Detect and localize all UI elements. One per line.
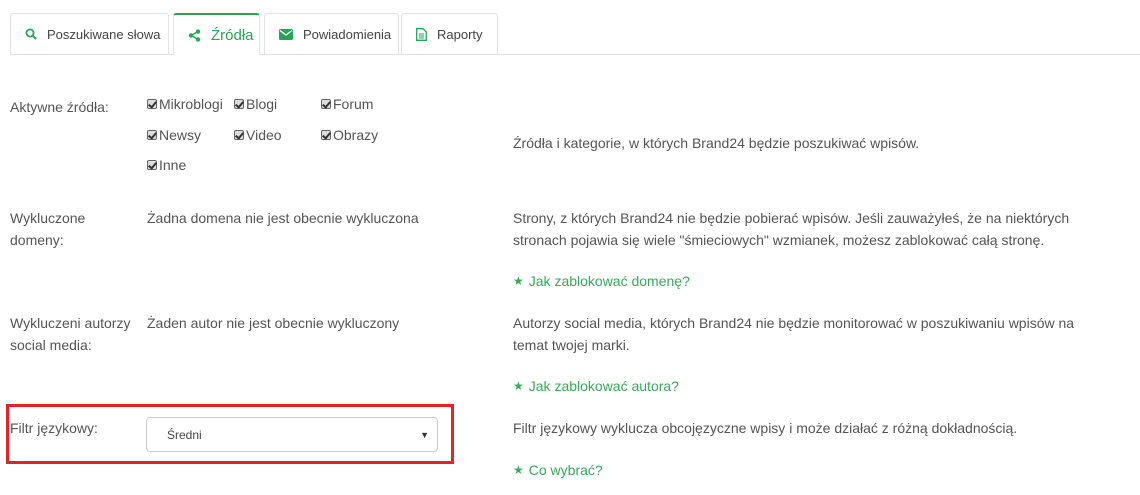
checkbox-checked-icon[interactable]	[234, 130, 244, 140]
block-author-help-link[interactable]: ★ Jak zablokować autora?	[513, 378, 679, 394]
excluded-domains-value: Żadna domena nie jest obecnie wykluczona	[147, 210, 419, 226]
tab-reports[interactable]: Raporty	[401, 13, 498, 54]
language-help-link[interactable]: ★ Co wybrać?	[513, 462, 603, 478]
link-label: Co wybrać?	[528, 462, 603, 478]
description-line: temat twojej marki.	[513, 337, 630, 353]
checkbox-checked-icon[interactable]	[147, 99, 157, 109]
star-icon: ★	[513, 274, 524, 288]
description-line: Autorzy social media, których Brand24 ni…	[513, 315, 1075, 331]
checkbox-label: Inne	[159, 157, 187, 173]
link-label: Jak zablokować domenę?	[528, 273, 690, 289]
checkbox-newsy[interactable]: Newsy	[147, 127, 201, 143]
language-filter-label: Filtr językowy:	[10, 420, 98, 436]
settings-tabs: Poszukiwane słowa Źródła Powiadomienia R…	[10, 13, 1140, 55]
label-line: Wykluczone	[10, 210, 86, 226]
tab-searched-words[interactable]: Poszukiwane słowa	[10, 13, 169, 54]
link-label: Jak zablokować autora?	[528, 378, 679, 394]
tab-sources[interactable]: Źródła	[173, 13, 260, 55]
description-line: stronach pojawia się wiele "śmieciowych"…	[513, 232, 1045, 248]
checkbox-checked-icon[interactable]	[321, 130, 331, 140]
excluded-authors-label: Wykluczeni autorzy social media:	[10, 312, 130, 356]
checkbox-obrazy[interactable]: Obrazy	[321, 127, 378, 143]
description-line: Strony, z których Brand24 nie będzie pob…	[513, 210, 1070, 226]
tab-label: Raporty	[437, 26, 483, 42]
checkbox-forum[interactable]: Forum	[321, 96, 373, 112]
language-description: Filtr językowy wyklucza obcojęzyczne wpi…	[513, 420, 1018, 436]
checkbox-checked-icon[interactable]	[321, 99, 331, 109]
checkbox-checked-icon[interactable]	[234, 99, 244, 109]
excluded-authors-value: Żaden autor nie jest obecnie wykluczony	[147, 315, 400, 331]
envelope-icon	[279, 28, 293, 40]
checkbox-label: Mikroblogi	[159, 96, 223, 112]
checkbox-checked-icon[interactable]	[147, 130, 157, 140]
search-icon	[25, 28, 37, 40]
share-icon	[188, 28, 201, 42]
label-line: social media:	[10, 337, 92, 353]
language-filter-select[interactable]: Średni ▼	[146, 417, 438, 452]
checkbox-checked-icon[interactable]	[147, 160, 157, 170]
checkbox-blogi[interactable]: Blogi	[234, 96, 277, 112]
excluded-domains-label: Wykluczone domeny:	[10, 207, 85, 251]
star-icon: ★	[513, 463, 524, 477]
tab-label: Poszukiwane słowa	[47, 26, 161, 42]
authors-description: Autorzy social media, których Brand24 ni…	[513, 312, 1113, 356]
star-icon: ★	[513, 379, 524, 393]
checkbox-label: Newsy	[159, 127, 202, 143]
active-sources-label: Aktywne źródła:	[10, 99, 109, 115]
label-line: domeny:	[10, 232, 64, 248]
select-value: Średni	[167, 427, 202, 442]
checkbox-mikroblogi[interactable]: Mikroblogi	[147, 96, 223, 112]
tab-label: Powiadomienia	[303, 26, 392, 42]
block-domain-help-link[interactable]: ★ Jak zablokować domenę?	[513, 273, 690, 289]
checkbox-label: Obrazy	[333, 127, 379, 143]
document-icon	[416, 27, 427, 41]
checkbox-video[interactable]: Video	[234, 127, 282, 143]
checkbox-inne[interactable]: Inne	[147, 157, 186, 173]
label-line: Wykluczeni autorzy	[10, 315, 131, 331]
domains-description: Strony, z których Brand24 nie będzie pob…	[513, 207, 1113, 251]
sources-description: Źródła i kategorie, w których Brand24 bę…	[513, 135, 920, 151]
checkbox-label: Forum	[333, 96, 374, 112]
tab-notifications[interactable]: Powiadomienia	[264, 13, 399, 54]
checkbox-label: Blogi	[246, 96, 278, 112]
caret-down-icon: ▼	[420, 430, 429, 440]
checkbox-label: Video	[246, 127, 282, 143]
tab-label: Źródła	[211, 26, 254, 44]
